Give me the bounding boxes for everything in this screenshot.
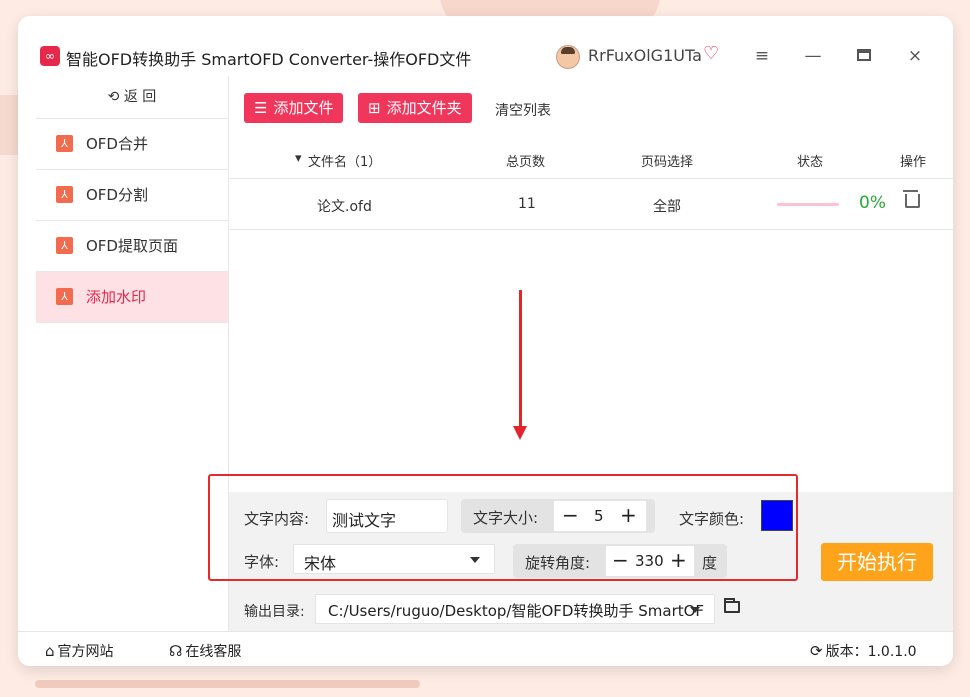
online-support-link[interactable]: ☊ 在线客服 xyxy=(169,641,241,661)
background-decoration xyxy=(35,680,420,688)
col-page-selection: 页码选择 xyxy=(641,155,694,170)
add-file-label: 添加文件 xyxy=(273,99,334,117)
back-button[interactable]: ⟲ 返 回 xyxy=(36,76,228,119)
refresh-icon: ⟳ xyxy=(810,642,823,660)
back-arrow-icon: ⟲ xyxy=(107,89,120,105)
user-avatar[interactable] xyxy=(556,45,580,69)
file-list-icon: ☰ xyxy=(254,99,268,117)
pdf-icon: ⅄ xyxy=(56,135,73,152)
folder-add-icon: ⊞ xyxy=(368,99,381,117)
maximize-button[interactable] xyxy=(852,46,876,66)
sidebar-item-label: OFD提取页面 xyxy=(86,237,178,255)
sort-caret-icon[interactable]: ▾ xyxy=(295,151,302,166)
title-bar: ∞ 智能OFD转换助手 SmartOFD Converter-操作OFD文件 R… xyxy=(18,16,953,76)
progress-percent: 0% xyxy=(859,193,886,213)
official-website-link[interactable]: ⌂ 官方网站 xyxy=(45,641,114,661)
pdf-icon: ⅄ xyxy=(56,237,73,254)
sidebar-item-label: 添加水印 xyxy=(86,288,147,306)
col-filename[interactable]: 文件名（1） xyxy=(308,151,381,170)
official-website-label: 官方网站 xyxy=(57,644,114,660)
progress-bar xyxy=(777,203,839,206)
delete-icon[interactable] xyxy=(903,190,920,208)
pdf-icon: ⅄ xyxy=(56,288,73,305)
col-pages: 总页数 xyxy=(506,155,546,170)
version-number: 1.0.1.0 xyxy=(867,644,917,660)
background-decoration xyxy=(0,95,20,155)
annotation-arrow-head xyxy=(513,426,527,440)
row-page-selection[interactable]: 全部 xyxy=(653,196,681,216)
output-dir-select[interactable]: C:/Users/ruguo/Desktop/智能OFD转换助手 SmartOF xyxy=(315,594,715,624)
username[interactable]: RrFuxOlG1UTa xyxy=(588,46,702,65)
sidebar-item-label: OFD合并 xyxy=(86,135,148,153)
table-row[interactable]: 论文.ofd 11 全部 0% xyxy=(229,179,953,230)
app-window: ∞ 智能OFD转换助手 SmartOFD Converter-操作OFD文件 R… xyxy=(18,16,953,666)
output-dir-label: 输出目录: xyxy=(244,604,305,620)
home-icon: ⌂ xyxy=(45,642,55,660)
clear-list-button[interactable]: 清空列表 xyxy=(495,100,551,120)
minimize-button[interactable]: — xyxy=(801,46,825,66)
sidebar-item-ofd-extract[interactable]: ⅄ OFD提取页面 xyxy=(36,221,228,272)
col-actions: 操作 xyxy=(900,155,927,170)
online-support-label: 在线客服 xyxy=(185,644,242,660)
row-pages: 11 xyxy=(518,196,536,212)
version-label: 版本： xyxy=(825,644,868,660)
app-title: 智能OFD转换助手 SmartOFD Converter-操作OFD文件 xyxy=(66,50,472,69)
sidebar-item-add-watermark[interactable]: ⅄ 添加水印 xyxy=(36,272,228,323)
app-logo-icon: ∞ xyxy=(40,46,60,66)
version-info: ⟳ 版本：1.0.1.0 xyxy=(810,641,917,661)
chevron-down-icon xyxy=(690,607,700,613)
menu-button[interactable]: ≡ xyxy=(750,46,774,66)
output-dir-path: C:/Users/ruguo/Desktop/智能OFD转换助手 SmartOF xyxy=(328,602,705,620)
maximize-icon xyxy=(857,49,871,61)
folder-open-icon[interactable] xyxy=(724,598,740,613)
highlight-box xyxy=(208,474,798,581)
start-button[interactable]: 开始执行 xyxy=(821,543,933,581)
back-label: 返 回 xyxy=(123,89,157,105)
col-status: 状态 xyxy=(797,155,824,170)
annotation-arrow xyxy=(519,290,522,435)
add-folder-button[interactable]: ⊞ 添加文件夹 xyxy=(358,93,472,123)
add-file-button[interactable]: ☰ 添加文件 xyxy=(244,93,344,123)
footer-bar: ⌂ 官方网站 ☊ 在线客服 ⟳ 版本：1.0.1.0 xyxy=(18,631,953,666)
close-button[interactable]: × xyxy=(903,46,927,66)
row-filename: 论文.ofd xyxy=(317,199,372,215)
pdf-icon: ⅄ xyxy=(56,186,73,203)
table-header: ▾ 文件名（1） 总页数 页码选择 状态 操作 xyxy=(229,141,953,179)
sidebar-item-ofd-split[interactable]: ⅄ OFD分割 xyxy=(36,170,228,221)
headset-icon: ☊ xyxy=(169,642,183,660)
add-folder-label: 添加文件夹 xyxy=(386,99,462,117)
sidebar-item-ofd-merge[interactable]: ⅄ OFD合并 xyxy=(36,119,228,170)
sidebar: ⟲ 返 回 ⅄ OFD合并 ⅄ OFD分割 ⅄ OFD提取页面 ⅄ 添加水印 xyxy=(36,76,229,631)
vip-heart-icon[interactable]: ♡ xyxy=(703,43,719,64)
sidebar-item-label: OFD分割 xyxy=(86,186,148,204)
